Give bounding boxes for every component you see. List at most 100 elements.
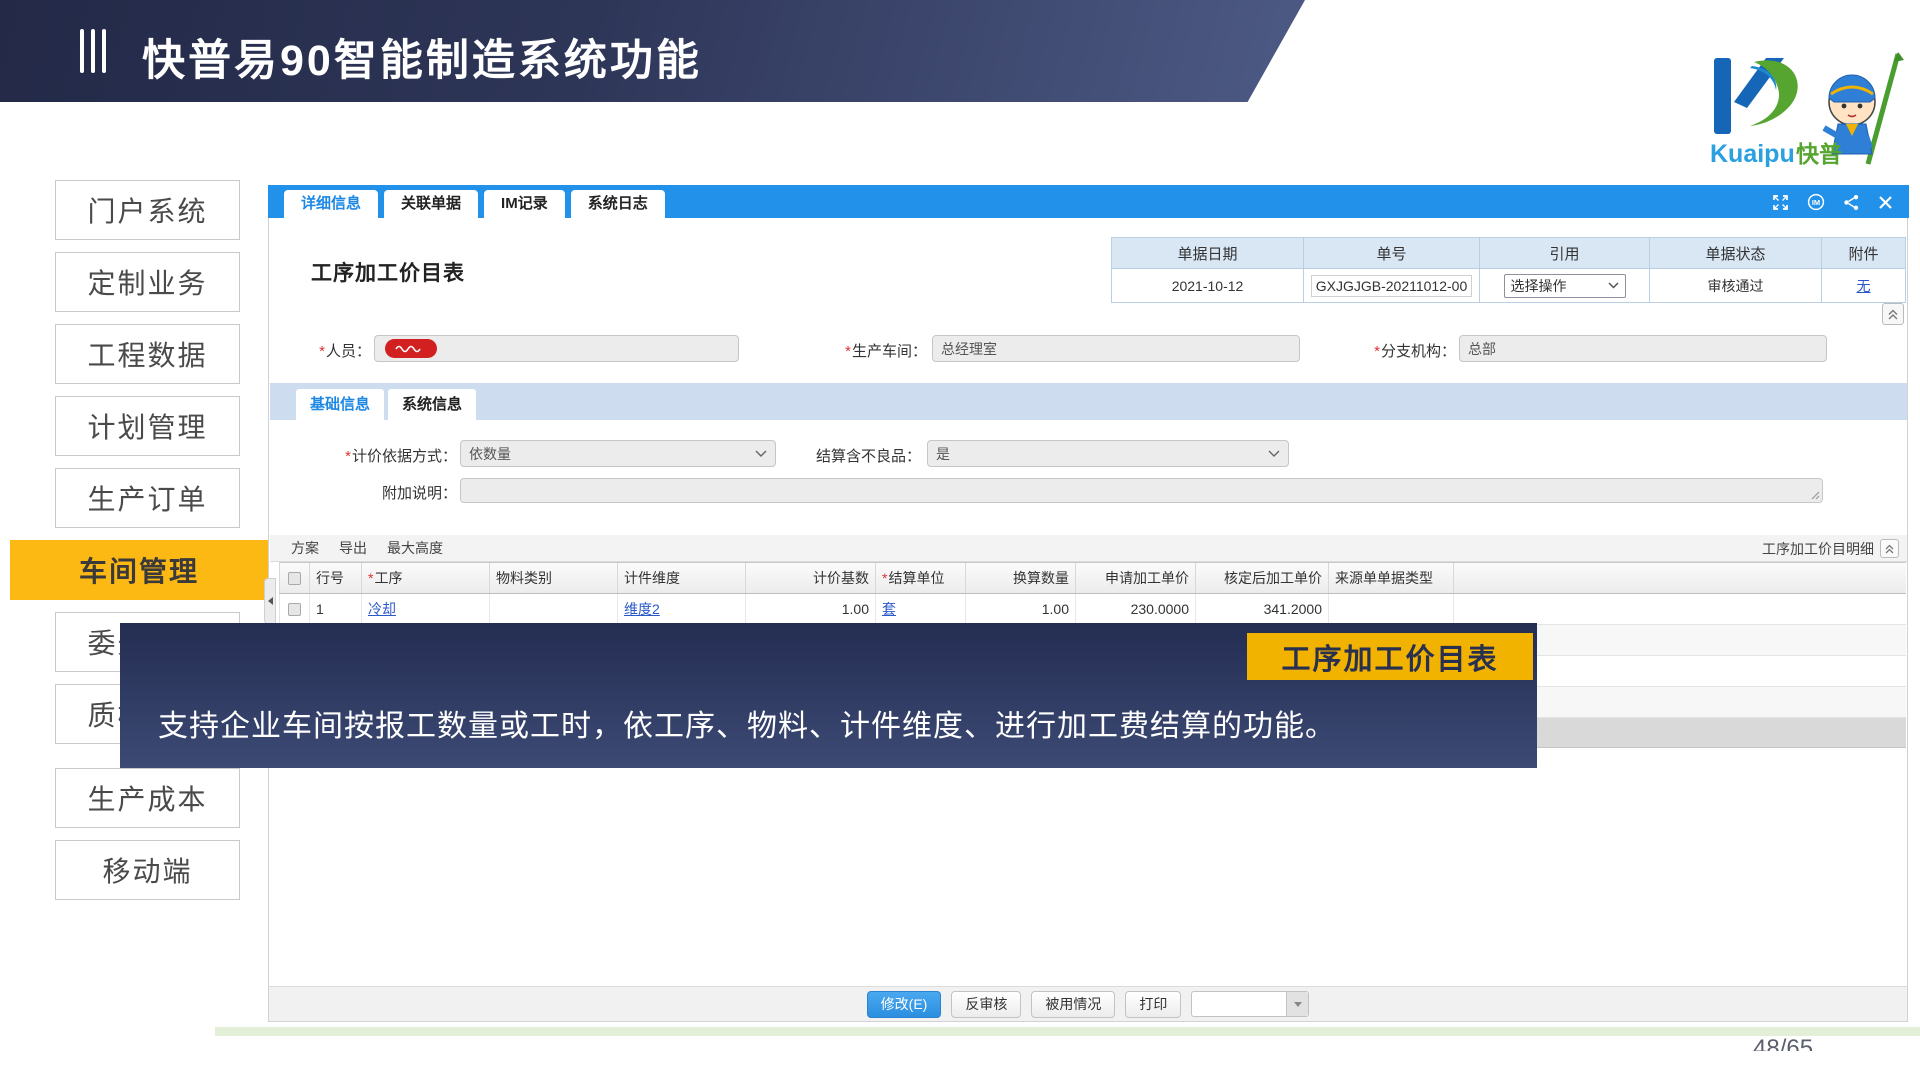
slide: 快普易90智能制造系统功能 Kuaipu <box>0 0 1920 1080</box>
dropdown-arrow-icon[interactable] <box>1286 992 1308 1016</box>
logo-k-stem <box>1714 58 1731 134</box>
window-tab-bar: 详细信息关联单据IM记录系统日志 IM <box>268 185 1909 218</box>
footer-dropdown[interactable] <box>1191 991 1309 1017</box>
print-button[interactable]: 打印 <box>1125 991 1181 1018</box>
info-header-date: 单据日期 <box>1112 238 1304 269</box>
attachment-link[interactable]: 无 <box>1857 276 1871 296</box>
svg-text:IM: IM <box>1812 198 1820 207</box>
slide-bottom-strip <box>215 1027 1920 1036</box>
workshop-label: *生产车间： <box>814 340 927 361</box>
column-header: 计价基数 <box>746 563 876 593</box>
im-icon[interactable]: IM <box>1807 193 1825 216</box>
detail-toolbar: 方案 导出 最大高度 工序加工价目明细 <box>270 535 1907 562</box>
include-defective-label: 结算含不良品： <box>809 445 921 466</box>
sidebar-item[interactable]: 生产成本 <box>55 768 240 828</box>
pricing-basis-label: *计价依据方式： <box>289 445 457 466</box>
column-header: 换算数量 <box>966 563 1076 593</box>
logo-brand-en: Kuaipu <box>1710 140 1795 168</box>
banner-badge: 工序加工价目表 <box>1247 633 1533 680</box>
column-header: 物料类别 <box>490 563 618 593</box>
grid-header: 行号*工序物料类别计件维度计价基数*结算单位换算数量申请加工单价核定后加工单价来… <box>279 562 1906 594</box>
workshop-input[interactable]: 总经理室 <box>932 335 1300 362</box>
share-icon[interactable] <box>1843 194 1860 216</box>
chevron-down-icon <box>1608 282 1619 289</box>
branch-input[interactable]: 总部 <box>1459 335 1827 362</box>
detail-section-title: 工序加工价目明细 <box>1762 539 1874 559</box>
note-input[interactable] <box>460 478 1823 503</box>
column-header: 来源单单据类型 <box>1329 563 1454 593</box>
sidebar-item[interactable]: 工程数据 <box>55 324 240 384</box>
export-link[interactable]: 导出 <box>339 538 367 558</box>
window-footer: 修改(E) 反审核 被用情况 打印 <box>269 986 1907 1021</box>
description-banner: 工序加工价目表 支持企业车间按报工数量或工时，依工序、物料、计件维度、进行加工费… <box>120 623 1537 768</box>
chevron-down-icon <box>755 450 767 457</box>
collapse-panel-handle[interactable] <box>264 578 276 624</box>
sidebar-item[interactable]: 定制业务 <box>55 252 240 312</box>
info-header-reference: 引用 <box>1480 238 1650 269</box>
table-cell <box>1329 594 1454 624</box>
doc-info-table: 单据日期 单号 引用 单据状态 附件 2021-10-12 GXJGJGB-20… <box>1111 237 1906 303</box>
sidebar-item[interactable]: 计划管理 <box>55 396 240 456</box>
sidebar-item[interactable]: 生产订单 <box>55 468 240 528</box>
banner-description: 支持企业车间按报工数量或工时，依工序、物料、计件维度、进行加工费结算的功能。 <box>158 701 1336 745</box>
document-title: 工序加工价目表 <box>311 257 465 287</box>
include-defective-select[interactable]: 是 <box>927 440 1289 467</box>
table-cell: 1.00 <box>746 594 876 624</box>
max-height-link[interactable]: 最大高度 <box>387 538 443 558</box>
redaction-badge <box>385 339 437 358</box>
usage-button[interactable]: 被用情况 <box>1031 991 1115 1018</box>
row-checkbox[interactable] <box>288 603 301 616</box>
note-label: 附加说明： <box>289 482 457 503</box>
doc-date-value: 2021-10-12 <box>1112 269 1304 302</box>
fullscreen-icon[interactable] <box>1772 194 1789 216</box>
table-cell: 230.0000 <box>1076 594 1196 624</box>
doc-status-value: 审核通过 <box>1650 269 1822 302</box>
table-cell: 341.2000 <box>1196 594 1329 624</box>
title-bars-icon <box>80 29 106 73</box>
window-tab[interactable]: 详细信息 <box>284 190 378 218</box>
sidebar-item[interactable]: 车间管理 <box>10 540 268 600</box>
column-header: 申请加工单价 <box>1076 563 1196 593</box>
table-cell: 1.00 <box>966 594 1076 624</box>
modify-button[interactable]: 修改(E) <box>867 991 942 1018</box>
column-header: 行号 <box>310 563 362 593</box>
collapse-header-button[interactable] <box>1882 303 1904 325</box>
slide-title: 快普易90智能制造系统功能 <box>142 26 702 88</box>
info-header-attachment: 附件 <box>1822 238 1905 269</box>
arrow-left-icon <box>268 597 273 605</box>
column-header: 计件维度 <box>618 563 746 593</box>
page-number: 48/65 <box>1753 1035 1813 1051</box>
pricing-basis-select[interactable]: 依数量 <box>460 440 776 467</box>
scheme-link[interactable]: 方案 <box>291 538 319 558</box>
double-chevron-up-icon <box>1884 543 1895 555</box>
column-header: *工序 <box>362 563 490 593</box>
reference-action-value: 选择操作 <box>1511 276 1567 296</box>
close-icon[interactable] <box>1878 195 1893 215</box>
column-header: *结算单位 <box>876 563 966 593</box>
table-row[interactable]: 1冷却维度21.00套1.00230.0000341.2000 <box>279 594 1906 625</box>
collapse-detail-button[interactable] <box>1880 539 1899 558</box>
info-header-docno: 单号 <box>1304 238 1480 269</box>
window-tab[interactable]: 系统日志 <box>571 190 665 218</box>
table-cell[interactable]: 冷却 <box>362 594 490 624</box>
window-tab[interactable]: 关联单据 <box>384 190 478 218</box>
unapprove-button[interactable]: 反审核 <box>951 991 1021 1018</box>
reference-action-select[interactable]: 选择操作 <box>1504 274 1626 298</box>
sidebar: 门户系统定制业务工程数据计划管理生产订单车间管理委外管理质检中心生产成本移动端 <box>55 180 240 912</box>
window-tab[interactable]: IM记录 <box>484 190 565 218</box>
table-cell[interactable]: 维度2 <box>618 594 746 624</box>
table-cell: 1 <box>310 594 362 624</box>
column-header: 核定后加工单价 <box>1196 563 1329 593</box>
subtab-band: 基础信息 系统信息 <box>270 383 1907 420</box>
person-input[interactable] <box>374 335 739 362</box>
table-cell[interactable]: 套 <box>876 594 966 624</box>
tab-system-info[interactable]: 系统信息 <box>388 389 476 420</box>
logo-brand-cn: 快普 <box>1796 141 1842 167</box>
chevron-down-icon <box>1268 450 1280 457</box>
sidebar-item[interactable]: 移动端 <box>55 840 240 900</box>
sidebar-item[interactable]: 门户系统 <box>55 180 240 240</box>
tab-base-info[interactable]: 基础信息 <box>296 389 384 420</box>
resize-grip-icon[interactable] <box>1809 489 1820 500</box>
window-tabs: 详细信息关联单据IM记录系统日志 <box>284 190 671 218</box>
row-checkbox[interactable] <box>288 572 301 585</box>
